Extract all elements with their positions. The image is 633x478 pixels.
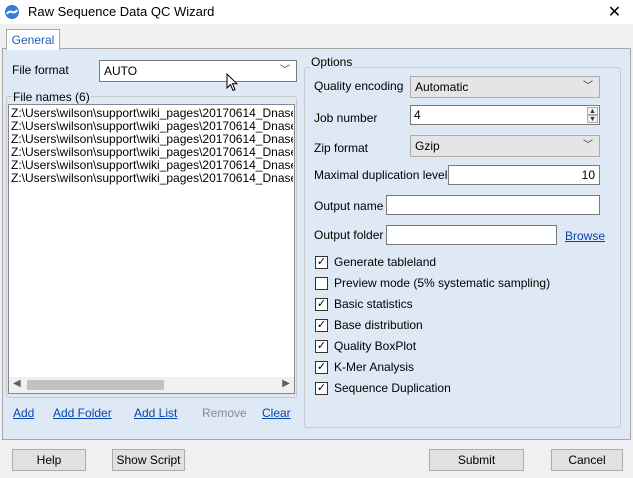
checkbox-kmer-analysis[interactable]: ✓ K-Mer Analysis [315,360,414,374]
file-format-label: File format [12,63,69,77]
horizontal-scrollbar[interactable]: ◀ ▶ [9,377,294,393]
checkbox-preview-mode[interactable]: Preview mode (5% systematic sampling) [315,276,550,290]
add-list-link[interactable]: Add List [134,406,177,420]
zip-format-value: Gzip [415,139,440,153]
tab-general[interactable]: General [6,29,60,50]
max-duplication-label: Maximal duplication level [314,168,448,182]
checkbox-base-distribution[interactable]: ✓ Base distribution [315,318,423,332]
job-number-stepper[interactable]: 4 ▲ ▼ [410,105,600,125]
zip-format-dropdown[interactable]: Gzip ﹀ [410,135,600,157]
checkbox-basic-statistics[interactable]: ✓ Basic statistics [315,297,413,311]
output-folder-field[interactable] [386,225,557,245]
browse-link[interactable]: Browse [565,229,605,243]
checkbox-label: Generate tableland [334,255,437,269]
zip-format-label: Zip format [314,141,369,155]
checkbox-label: Base distribution [334,318,423,332]
checkbox-box[interactable]: ✓ [315,318,328,332]
checkbox-box[interactable] [315,276,328,290]
list-item[interactable]: Z:\Users\wilson\support\wiki_pages\20170… [9,172,293,185]
help-button[interactable]: Help [12,449,86,471]
file-format-value: AUTO [104,64,138,78]
checkbox-label: K-Mer Analysis [334,360,415,374]
list-item[interactable]: Z:\Users\wilson\support\wiki_pages\20170… [9,107,293,120]
app-logo-icon [4,4,20,20]
chevron-down-icon: ﹀ [583,81,593,92]
output-folder-label: Output folder [314,228,384,242]
quality-encoding-dropdown[interactable]: Automatic ﹀ [410,76,600,98]
checkbox-generate-tableland[interactable]: ✓ Generate tableland [315,255,436,269]
scrollbar-thumb[interactable] [27,380,164,390]
spin-down-icon[interactable]: ▼ [587,115,598,123]
checkbox-box[interactable]: ✓ [315,255,328,269]
scroll-right-icon[interactable]: ▶ [282,378,290,389]
job-number-value: 4 [414,108,421,122]
list-item[interactable]: Z:\Users\wilson\support\wiki_pages\20170… [9,159,293,172]
scroll-left-icon[interactable]: ◀ [13,378,21,389]
checkbox-label: Sequence Duplication [334,381,451,395]
quality-encoding-value: Automatic [415,80,469,94]
submit-button[interactable]: Submit [429,449,524,471]
max-duplication-field[interactable]: 10 [448,165,600,185]
file-format-dropdown[interactable]: AUTO ﹀ [99,60,297,82]
output-name-field[interactable] [386,195,600,215]
checkbox-quality-boxplot[interactable]: ✓ Quality BoxPlot [315,339,416,353]
quality-encoding-label: Quality encoding [314,79,404,93]
options-label: Options [310,55,354,69]
file-names-label: File names (6) [12,90,91,104]
close-icon[interactable]: ✕ [596,0,633,24]
list-item[interactable]: Z:\Users\wilson\support\wiki_pages\20170… [9,120,293,133]
checkbox-box[interactable]: ✓ [315,297,328,311]
chevron-down-icon: ﹀ [583,140,593,151]
list-item[interactable]: Z:\Users\wilson\support\wiki_pages\20170… [9,146,293,159]
show-script-button[interactable]: Show Script [112,449,185,471]
output-name-label: Output name [314,199,384,213]
cancel-button[interactable]: Cancel [551,449,623,471]
checkbox-box[interactable]: ✓ [315,339,328,353]
add-folder-link[interactable]: Add Folder [53,406,112,420]
checkbox-box[interactable]: ✓ [315,360,328,374]
job-number-label: Job number [314,111,378,125]
add-link[interactable]: Add [13,406,34,420]
spin-up-icon[interactable]: ▲ [587,107,598,115]
mouse-cursor-icon [226,72,239,95]
list-item[interactable]: Z:\Users\wilson\support\wiki_pages\20170… [9,133,293,146]
chevron-down-icon: ﹀ [280,65,290,76]
clear-link[interactable]: Clear [262,406,291,420]
checkbox-sequence-duplication[interactable]: ✓ Sequence Duplication [315,381,451,395]
checkbox-label: Preview mode (5% systematic sampling) [334,276,551,290]
file-list[interactable]: Z:\Users\wilson\support\wiki_pages\20170… [8,104,295,394]
checkbox-label: Quality BoxPlot [334,339,417,353]
remove-link[interactable]: Remove [202,406,247,420]
checkbox-label: Basic statistics [334,297,413,311]
window-title: Raw Sequence Data QC Wizard [28,4,215,19]
checkbox-box[interactable]: ✓ [315,381,328,395]
